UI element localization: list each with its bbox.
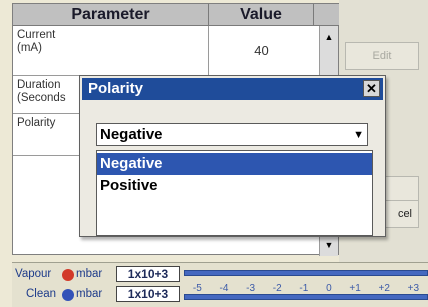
close-icon[interactable]: ✕: [363, 80, 380, 97]
pressure-status-strip: Vapour mbar 1x10+3 -5 -4 -3 -2 -1 0 +1 +…: [12, 262, 428, 307]
value-column-header: Value: [209, 4, 314, 26]
clean-reading: 1x10+3: [116, 286, 180, 302]
clean-status-icon: [62, 289, 74, 301]
row-name-line2: (mA): [17, 42, 42, 54]
polarity-dialog: Polarity ✕ Negative ▼ Negative Positive: [79, 75, 386, 237]
vapour-unit: mbar: [76, 268, 103, 280]
table-row-current[interactable]: Current (mA) 40: [13, 26, 314, 76]
option-positive[interactable]: Positive: [97, 175, 372, 197]
vapour-status-icon: [62, 269, 74, 281]
row-name: Current (mA): [13, 26, 209, 75]
dialog-titlebar: Polarity ✕: [82, 78, 383, 100]
scroll-up-icon[interactable]: ▲: [322, 30, 336, 44]
row-name-line1: Current: [17, 29, 56, 41]
parameter-column-header: Parameter: [13, 4, 209, 26]
row-value: 40: [254, 43, 269, 58]
chevron-down-icon[interactable]: ▼: [353, 125, 364, 146]
header-spacer: [314, 4, 340, 26]
option-negative[interactable]: Negative: [97, 153, 372, 175]
clean-label: Clean: [26, 288, 57, 300]
vapour-pressure-bar: [184, 270, 428, 276]
clean-row: Clean mbar 1x10+3: [12, 286, 428, 304]
dialog-title: Polarity: [88, 80, 144, 97]
vapour-row: Vapour mbar 1x10+3: [12, 266, 428, 284]
vapour-label: Vapour: [15, 268, 52, 280]
scroll-down-icon[interactable]: ▼: [322, 238, 336, 252]
clean-unit: mbar: [76, 288, 103, 300]
polarity-select-value: Negative: [100, 126, 163, 143]
edit-button[interactable]: Edit: [345, 42, 419, 70]
polarity-select[interactable]: Negative ▼: [96, 123, 368, 146]
polarity-options-list: Negative Positive: [96, 150, 373, 236]
vapour-reading: 1x10+3: [116, 266, 180, 282]
clean-pressure-bar: [184, 294, 428, 300]
